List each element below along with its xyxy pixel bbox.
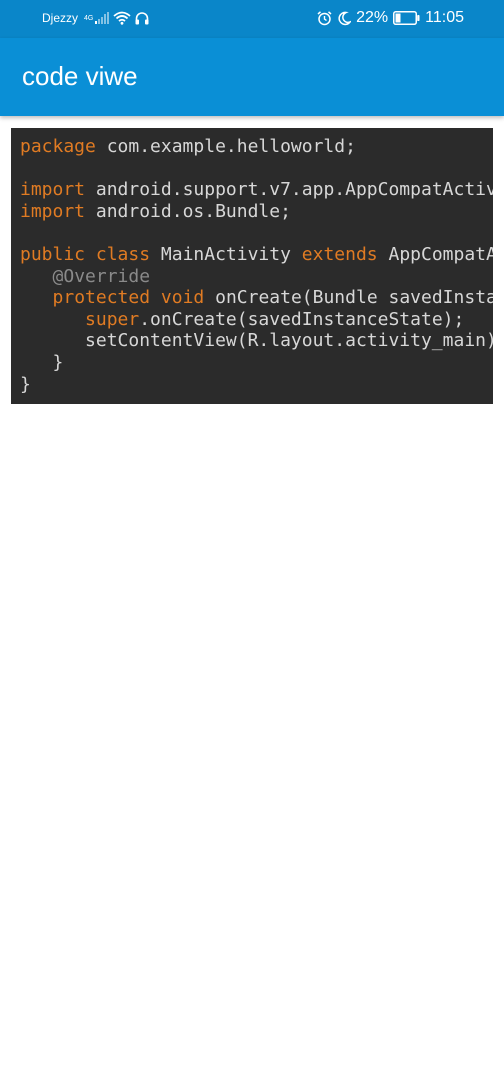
code-keyword: void (160, 287, 205, 309)
status-bar-right: 22% 11:05 (317, 9, 464, 27)
network-type: 4G (84, 14, 94, 22)
code-keyword: import (20, 179, 86, 201)
app-title: code viwe (22, 61, 138, 91)
code-text: } (20, 351, 64, 373)
code-keyword: super (85, 308, 140, 330)
code-text: android.support.v7.app.AppCompatActivity… (95, 179, 493, 201)
code-line: } (20, 352, 493, 374)
code-keyword: import (20, 200, 86, 222)
code-line: public class MainActivity extends AppCom… (20, 244, 493, 266)
code-text: AppCompatActivity { (388, 243, 493, 265)
code-annotation: @Override (52, 265, 151, 287)
app-bar: code viwe (0, 38, 504, 116)
code-line: @Override (20, 266, 493, 288)
battery-percent: 22% (356, 9, 389, 26)
battery-icon (393, 11, 420, 25)
code-line: } (20, 374, 493, 396)
code-text: android.os.Bundle; (85, 200, 291, 222)
code-line: super.onCreate(savedInstanceState); (20, 309, 493, 331)
code-line: import android.os.Bundle; (20, 201, 493, 223)
signal-icon (95, 12, 110, 24)
code-keyword: package (20, 136, 96, 157)
code-text: onCreate(Bundle savedInstanceState) { (215, 287, 493, 309)
code-text: } (20, 373, 31, 395)
code-lines: package com.example.helloworld; import a… (20, 136, 493, 395)
code-text: .onCreate(savedInstanceState); (139, 308, 465, 330)
wifi-icon (113, 11, 131, 25)
code-text: com.example.helloworld; (95, 136, 356, 157)
code-keyword: public (20, 243, 86, 265)
code-view[interactable]: package com.example.helloworld; import a… (11, 128, 493, 404)
code-text: setContentView(R.layout.activity_main); (20, 330, 493, 352)
code-keyword: protected (52, 287, 151, 309)
moon-icon (337, 11, 352, 26)
headphones-icon (135, 11, 149, 25)
code-line: protected void onCreate(Bundle savedInst… (20, 287, 493, 309)
code-keyword: extends (301, 243, 378, 265)
code-line: import android.support.v7.app.AppCompatA… (20, 179, 493, 201)
clock: 11:05 (425, 9, 464, 26)
carrier-name: Djezzy (42, 11, 79, 25)
status-bar-left: Djezzy 4G (42, 11, 149, 25)
status-bar: Djezzy 4G 22% 11:05 (0, 0, 504, 38)
code-text: MainActivity (150, 243, 302, 265)
code-line: setContentView(R.layout.activity_main); (20, 330, 493, 352)
alarm-icon (317, 10, 332, 26)
code-line: package com.example.helloworld; (20, 136, 493, 158)
code-keyword: class (95, 243, 151, 265)
